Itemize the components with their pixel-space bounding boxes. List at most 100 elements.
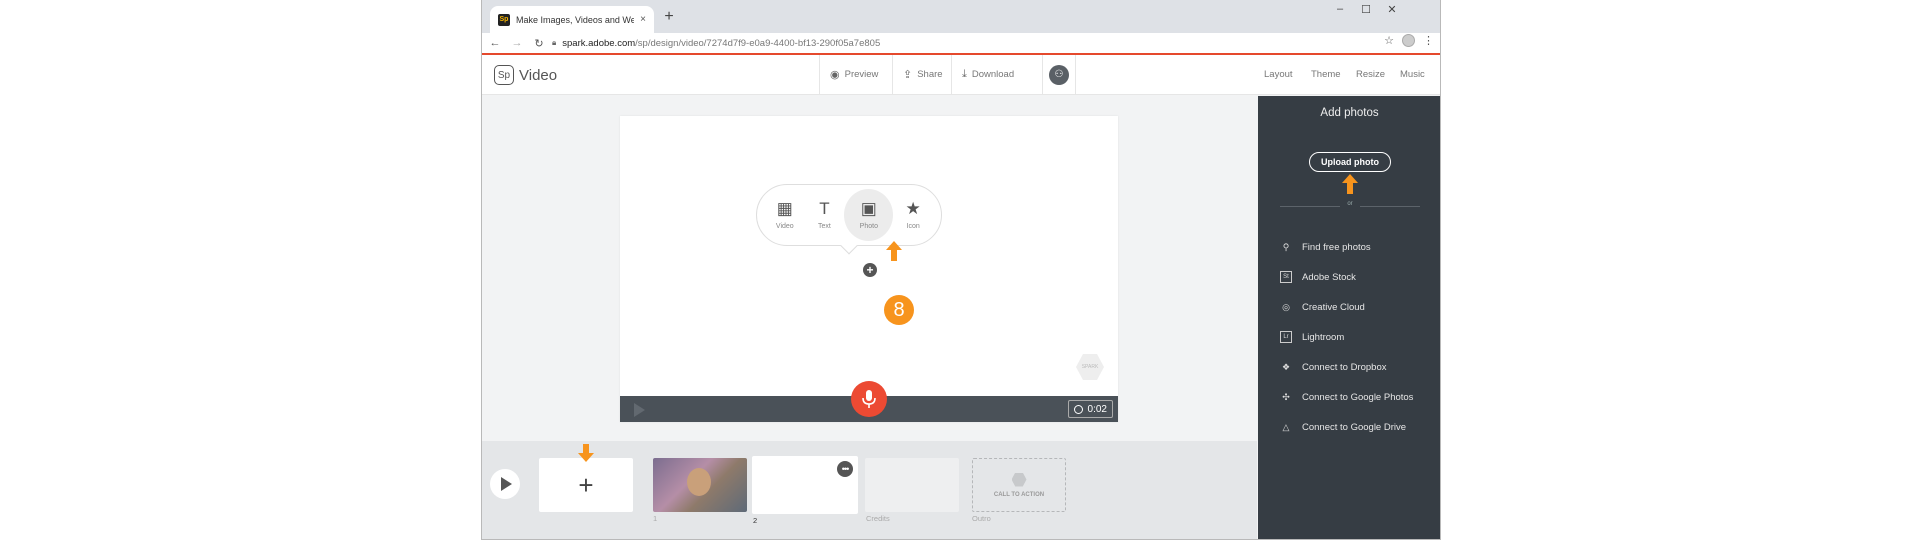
- download-label: Download: [971, 69, 1015, 80]
- source-label: Find free photos: [1302, 241, 1371, 253]
- add-photos-panel: Add photos Upload photo or ⚲ Find free p…: [1258, 96, 1440, 539]
- lightroom-icon: Lr: [1280, 331, 1292, 343]
- insert-text-label: Text: [818, 223, 831, 230]
- dropbox-icon: ❖: [1281, 361, 1291, 372]
- source-label: Lightroom: [1302, 331, 1345, 343]
- add-slide-button[interactable]: +: [539, 458, 633, 512]
- eye-icon: ◉: [830, 69, 840, 81]
- connect-google-photos[interactable]: ✣ Connect to Google Photos: [1280, 389, 1413, 405]
- url-domain: spark.adobe.com: [562, 37, 636, 49]
- browser-toolbar: ← → ↻ 🔒︎ spark.adobe.com /sp/design/vide…: [482, 33, 1440, 53]
- profile-avatar-icon[interactable]: [1402, 34, 1415, 47]
- collaborate-button[interactable]: ⚇: [1042, 55, 1076, 94]
- preview-button[interactable]: ◉ Preview: [819, 55, 888, 94]
- find-free-photos[interactable]: ⚲ Find free photos: [1280, 239, 1371, 255]
- slide-timeline: + 1 ••• 2 Credits CALL TO ACTION Outro: [482, 441, 1257, 539]
- share-button[interactable]: ⇪ Share: [892, 55, 953, 94]
- spark-logo-icon: Sp: [494, 65, 514, 85]
- record-voice-button[interactable]: [851, 381, 887, 417]
- lock-icon: 🔒︎: [552, 38, 557, 47]
- app-header: Sp Video ◉ Preview ⇪ Share ⤓ Download ⚇ …: [482, 55, 1440, 95]
- favicon-icon: Sp: [498, 13, 510, 26]
- clock-icon: [1073, 404, 1083, 414]
- resize-link[interactable]: Resize: [1356, 69, 1385, 80]
- insert-text-option[interactable]: T Text: [805, 193, 845, 237]
- connect-google-drive[interactable]: △ Connect to Google Drive: [1280, 419, 1407, 435]
- credits-slide[interactable]: [865, 458, 959, 512]
- slide-canvas[interactable]: ▦ Video T Text ▣ Photo ★ Icon + 8 SPARK: [620, 116, 1118, 422]
- slide-thumbnail-2[interactable]: •••: [752, 456, 858, 514]
- address-bar[interactable]: 🔒︎ spark.adobe.com /sp/design/video/7274…: [552, 34, 1182, 52]
- duration-value: 0:02: [1087, 403, 1107, 415]
- photo-thumbnail: [687, 468, 711, 496]
- connect-dropbox[interactable]: ❖ Connect to Dropbox: [1280, 359, 1387, 375]
- minimize-button[interactable]: –: [1328, 3, 1352, 19]
- photo-icon: ▣: [860, 199, 877, 218]
- adobe-stock-icon: St: [1280, 271, 1292, 283]
- add-content-button[interactable]: +: [863, 263, 877, 277]
- layout-link[interactable]: Layout: [1264, 69, 1293, 80]
- menu-kebab-icon[interactable]: ⋮: [1423, 34, 1434, 47]
- upload-photo-button[interactable]: Upload photo: [1309, 152, 1391, 172]
- source-label: Adobe Stock: [1302, 271, 1356, 283]
- duration-badge[interactable]: 0:02: [1067, 400, 1113, 418]
- share-icon: ⇪: [903, 69, 913, 81]
- insert-icon-label: Icon: [906, 223, 920, 230]
- source-label: Connect to Google Drive: [1302, 421, 1407, 433]
- panel-title: Add photos: [1320, 107, 1379, 119]
- insert-icon-option[interactable]: ★ Icon: [893, 193, 933, 237]
- outro-label: Outro: [972, 514, 991, 523]
- reload-icon[interactable]: ↻: [530, 34, 548, 52]
- tab-close-icon[interactable]: ×: [640, 14, 646, 25]
- outro-slide[interactable]: CALL TO ACTION: [972, 458, 1066, 512]
- play-icon[interactable]: [634, 403, 645, 417]
- insert-photo-option[interactable]: ▣ Photo: [844, 189, 894, 241]
- music-link[interactable]: Music: [1400, 69, 1425, 80]
- source-label: Connect to Dropbox: [1302, 361, 1387, 373]
- insert-menu: ▦ Video T Text ▣ Photo ★ Icon: [756, 184, 942, 246]
- user-add-icon: ⚇: [1049, 64, 1069, 85]
- slide-number-2: 2: [753, 516, 758, 525]
- share-label: Share: [917, 69, 943, 80]
- text-icon: T: [819, 199, 830, 218]
- theme-link[interactable]: Theme: [1311, 69, 1341, 80]
- maximize-button[interactable]: ☐: [1354, 3, 1378, 19]
- slide-number-1: 1: [653, 514, 658, 523]
- spark-hexagon-icon: [1011, 472, 1027, 487]
- preview-label: Preview: [844, 69, 879, 80]
- spark-watermark-icon: SPARK: [1076, 354, 1104, 380]
- url-path: /sp/design/video/7274d7f9-e0a9-4400-bf13…: [635, 37, 881, 49]
- bookmark-star-icon[interactable]: ☆: [1384, 34, 1394, 47]
- app-logo[interactable]: Sp Video: [494, 65, 557, 85]
- forward-icon[interactable]: →: [508, 34, 526, 52]
- call-to-action-text: CALL TO ACTION: [993, 491, 1045, 498]
- play-all-button[interactable]: [490, 469, 520, 499]
- app-name: Video: [519, 66, 558, 84]
- source-label: Creative Cloud: [1302, 301, 1365, 313]
- lightroom[interactable]: Lr Lightroom: [1280, 329, 1344, 345]
- google-photos-icon: ✣: [1282, 391, 1290, 402]
- close-window-button[interactable]: ✕: [1380, 3, 1404, 19]
- step-number-badge: 8: [884, 295, 914, 325]
- insert-video-label: Video: [775, 223, 794, 230]
- arrow-up-icon: [1342, 174, 1358, 194]
- tab-title: Make Images, Videos and Web S: [516, 14, 634, 25]
- download-button[interactable]: ⤓ Download: [951, 55, 1043, 94]
- adobe-stock[interactable]: St Adobe Stock: [1280, 269, 1356, 285]
- arrow-up-icon: [886, 241, 902, 261]
- microphone-icon: [862, 390, 876, 408]
- browser-tab[interactable]: Sp Make Images, Videos and Web S ×: [490, 6, 654, 33]
- search-icon: ⚲: [1282, 241, 1290, 252]
- new-tab-button[interactable]: +: [658, 7, 680, 27]
- more-options-icon[interactable]: •••: [837, 461, 853, 477]
- google-drive-icon: △: [1282, 421, 1290, 432]
- divider-or: or: [1340, 201, 1360, 207]
- star-icon: ★: [905, 199, 921, 218]
- browser-titlebar: Sp Make Images, Videos and Web S × + – ☐…: [482, 0, 1440, 33]
- back-icon[interactable]: ←: [486, 34, 504, 52]
- creative-cloud[interactable]: ◎ Creative Cloud: [1280, 299, 1365, 315]
- browser-window: Sp Make Images, Videos and Web S × + – ☐…: [481, 0, 1441, 540]
- download-icon: ⤓: [962, 68, 967, 80]
- slide-thumbnail-1[interactable]: [653, 458, 747, 512]
- insert-video-option[interactable]: ▦ Video: [765, 193, 805, 237]
